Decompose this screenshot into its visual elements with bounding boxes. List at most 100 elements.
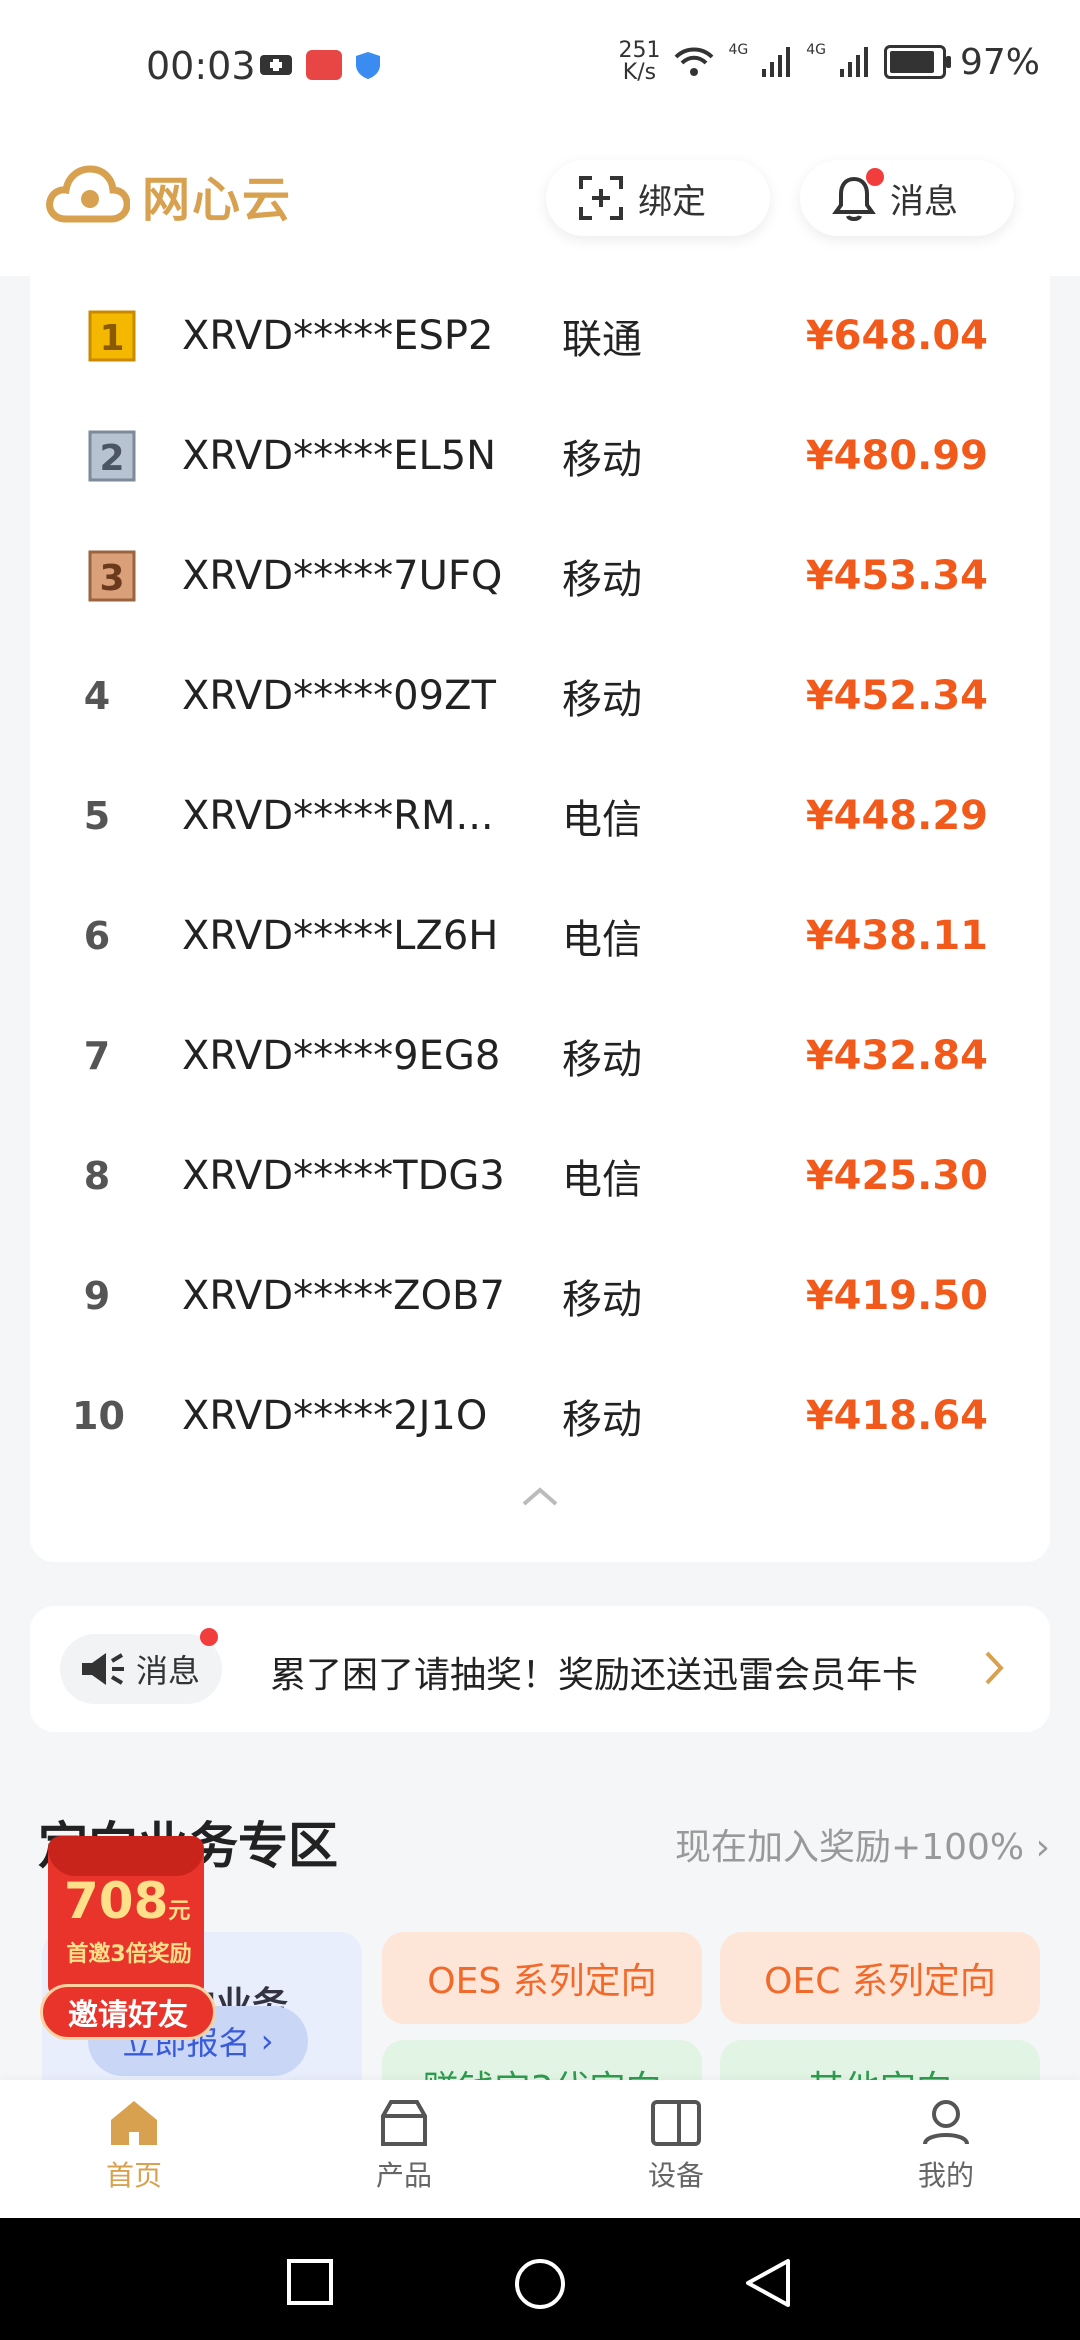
device-id: XRVD*****9EG8: [182, 1033, 501, 1079]
invite-friends-float[interactable]: 708元 首邀3倍奖励 邀请好友: [40, 1836, 216, 2040]
gold-medal-icon: 1: [88, 310, 136, 362]
wifi-icon: [675, 47, 714, 76]
home-circle-icon[interactable]: [514, 2258, 566, 2310]
earning-amount: ¥432.84: [805, 1033, 988, 1079]
app-name: 网心云: [142, 172, 293, 228]
app-header: 网心云 绑定 消息: [0, 130, 1080, 276]
invite-amount-unit: 元: [168, 1899, 191, 1924]
carrier: 移动: [562, 677, 642, 723]
ranking-row[interactable]: 9 XRVD*****ZOB7 移动 ¥419.50: [30, 1236, 1050, 1356]
invite-amount: 708元: [64, 1872, 190, 1930]
status-time: 00:03: [146, 44, 256, 88]
ranking-row[interactable]: 1 XRVD*****ESP2 联通 ¥648.04: [30, 276, 1050, 396]
invite-subtitle: 首邀3倍奖励: [66, 1942, 192, 1967]
ranking-row[interactable]: 4 XRVD*****09ZT 移动 ¥452.34: [30, 636, 1050, 756]
ranking-row[interactable]: 5 XRVD*****RM... 电信 ¥448.29: [30, 756, 1050, 876]
message-button[interactable]: 消息: [800, 160, 1014, 236]
bind-label: 绑定: [638, 181, 706, 222]
tab-devices[interactable]: 设备: [606, 2098, 746, 2194]
carrier: 移动: [562, 437, 642, 483]
rank-number: 5: [83, 794, 111, 838]
network-type-1: 4G: [728, 42, 749, 58]
device-id: XRVD*****09ZT: [182, 673, 496, 719]
ranking-row[interactable]: 6 XRVD*****LZ6H 电信 ¥438.11: [30, 876, 1050, 996]
shield-icon: [356, 52, 380, 79]
device-id: XRVD*****RM...: [182, 793, 494, 839]
ranking-row[interactable]: 7 XRVD*****9EG8 移动 ¥432.84: [30, 996, 1050, 1116]
section-join-link[interactable]: 现在加入奖励+100% ›: [675, 1818, 1050, 1870]
ranking-row[interactable]: 2 XRVD*****EL5N 移动 ¥480.99: [30, 396, 1050, 516]
earning-amount: ¥438.11: [805, 913, 988, 959]
rank-number: 7: [83, 1034, 111, 1078]
tab-mine-label: 我的: [917, 2159, 974, 2192]
device-id: XRVD*****7UFQ: [182, 553, 503, 599]
carrier: 移动: [562, 1277, 642, 1323]
network-type-2: 4G: [806, 42, 826, 58]
earning-amount: ¥480.99: [805, 433, 988, 479]
status-right: 251 K/s 4G 4G 97%: [618, 40, 1040, 84]
notice-pill-label: 消息: [136, 1652, 201, 1690]
rank-number: 6: [83, 914, 111, 958]
ranking-row[interactable]: 3 XRVD*****7UFQ 移动 ¥453.34: [30, 516, 1050, 636]
tab-home[interactable]: 首页: [64, 2098, 204, 2194]
ranking-row[interactable]: 10 XRVD*****2J1O 移动 ¥418.64: [30, 1356, 1050, 1476]
svg-text:3: 3: [99, 558, 124, 599]
device-id: XRVD*****TDG3: [182, 1153, 505, 1199]
back-triangle-icon[interactable]: [744, 2258, 792, 2308]
message-unread-dot: [866, 168, 884, 186]
notice-unread-dot: [200, 1628, 218, 1646]
earning-amount: ¥419.50: [805, 1273, 988, 1319]
collapse-chevron-up-icon[interactable]: [522, 1486, 558, 1506]
signal-icon: [762, 47, 791, 77]
notice-text: 累了困了请抽奖！奖励还送迅雷会员年卡: [270, 1655, 919, 1696]
rank-number: 10: [72, 1394, 125, 1438]
device-id: XRVD*****ZOB7: [182, 1273, 505, 1319]
earning-amount: ¥425.30: [805, 1153, 988, 1199]
battery-percent: 97%: [959, 41, 1040, 83]
system-navigation-bar: [0, 2218, 1080, 2340]
notice-pill: 消息: [60, 1628, 222, 1704]
carrier: 电信: [562, 1157, 642, 1203]
battery-icon: [883, 45, 951, 79]
earnings-ranking-card: 1 XRVD*****ESP2 联通 ¥648.04 2 XRVD*****EL…: [30, 276, 1050, 1562]
red-envelope-flap: [48, 1836, 204, 1876]
user-icon: [923, 2100, 969, 2145]
app-logo[interactable]: 网心云: [46, 160, 292, 230]
section-link-text: 现在加入奖励+100%: [675, 1827, 1025, 1868]
recent-apps-icon[interactable]: [286, 2258, 334, 2306]
earning-amount: ¥648.04: [805, 313, 988, 359]
silver-medal-icon: 2: [88, 430, 136, 482]
bottom-tab-bar: 首页 产品 设备 我的: [0, 2080, 1080, 2218]
rank-number: 9: [83, 1274, 111, 1318]
tab-products-label: 产品: [375, 2159, 432, 2192]
cloud-logo-icon: [46, 165, 130, 223]
message-label: 消息: [890, 181, 958, 222]
speed-value: 251: [618, 38, 661, 63]
carrier: 移动: [562, 557, 642, 603]
tab-mine[interactable]: 我的: [876, 2098, 1016, 2194]
rank-number: 8: [83, 1154, 111, 1198]
device-id: XRVD*****EL5N: [182, 433, 497, 479]
device-id: XRVD*****LZ6H: [182, 913, 499, 959]
device-id: XRVD*****ESP2: [182, 313, 494, 359]
bind-button[interactable]: 绑定: [546, 160, 770, 236]
notice-bar[interactable]: 消息 累了困了请抽奖！奖励还送迅雷会员年卡: [30, 1606, 1050, 1732]
oes-series-tile[interactable]: OES 系列定向: [382, 1932, 702, 2024]
speaker-icon: [82, 1653, 124, 1685]
tab-home-label: 首页: [105, 2159, 162, 2192]
invite-friends-button[interactable]: 邀请好友: [40, 1984, 216, 2040]
status-bar: 00:03 251 K/s 4G 4G 97%: [0, 0, 1080, 130]
medical-icon: [260, 55, 292, 75]
invite-amount-value: 708: [64, 1872, 169, 1930]
earning-amount: ¥453.34: [805, 553, 988, 599]
earning-amount: ¥448.29: [805, 793, 988, 839]
svg-text:1: 1: [99, 318, 124, 359]
carrier: 移动: [562, 1397, 642, 1443]
bronze-medal-icon: 3: [88, 550, 136, 602]
device-icon: [651, 2100, 701, 2146]
earning-amount: ¥452.34: [805, 673, 988, 719]
ranking-row[interactable]: 8 XRVD*****TDG3 电信 ¥425.30: [30, 1116, 1050, 1236]
oec-series-tile[interactable]: OEC 系列定向: [720, 1932, 1040, 2024]
status-notification-icons: [258, 50, 382, 80]
tab-products[interactable]: 产品: [334, 2098, 474, 2194]
